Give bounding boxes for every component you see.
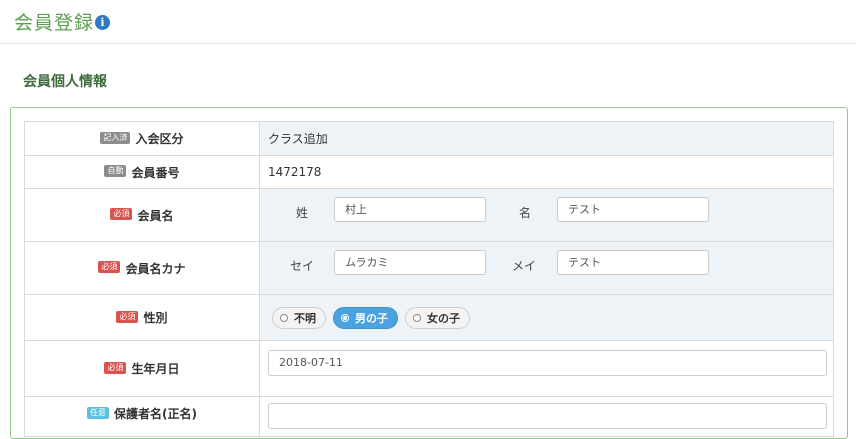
radio-checked-icon: [341, 313, 349, 322]
gender-cell: 不明 男の子 女の子: [259, 294, 834, 341]
birthdate-input[interactable]: 2018-07-11: [268, 350, 827, 376]
page-title: 会員登録: [14, 12, 95, 34]
gender-radio-group: 不明 男の子 女の子: [268, 295, 833, 340]
last-name-input[interactable]: 村上: [334, 197, 486, 222]
gender-label: 性別: [143, 311, 168, 325]
section-title: 会員個人情報: [23, 74, 107, 90]
last-name-kana-input[interactable]: ムラカミ: [334, 250, 486, 275]
member-kana-header: 必須 会員名カナ: [24, 241, 260, 295]
guardian-cell: [259, 396, 834, 437]
required-badge: 必須: [98, 261, 121, 273]
member-kana-label: 会員名カナ: [125, 261, 186, 276]
gender-option-girl[interactable]: 女の子: [405, 306, 470, 329]
member-name-header: 必須 会員名: [24, 188, 260, 242]
status-badge: 記入済: [100, 131, 131, 144]
entry-type-header: 記入済 入会区分: [24, 121, 260, 156]
sei-kana-label: セイ: [290, 259, 315, 273]
first-name-kana-input[interactable]: テスト: [557, 250, 709, 275]
sei-label: 姓: [296, 206, 309, 220]
row-entry-type: 記入済 入会区分 クラス追加: [24, 121, 834, 156]
row-gender: 必須 性別 不明 男の子 女の子: [24, 294, 834, 341]
row-member-kana: 必須 会員名カナ セイ ムラカミ メイ テスト: [24, 241, 834, 295]
birthdate-header: 必須 生年月日: [24, 340, 260, 397]
member-info-panel: 記入済 入会区分 クラス追加 自動 会員番号 1472178 必須 会員名 姓 村上: [10, 107, 848, 439]
member-no-value: 1472178: [268, 165, 322, 179]
row-member-no: 自動 会員番号 1472178: [24, 155, 834, 189]
entry-type-cell: クラス追加: [259, 121, 834, 156]
mei-label: 名: [519, 206, 532, 220]
birthdate-cell: 2018-07-11: [259, 340, 834, 397]
member-kana-cell: セイ ムラカミ メイ テスト: [259, 241, 834, 295]
guardian-label: 保護者名(正名): [114, 407, 197, 421]
row-guardian: 任意 保護者名(正名): [24, 396, 834, 437]
gender-option-label: 男の子: [355, 311, 388, 325]
status-badge: 自動: [104, 165, 127, 177]
radio-icon: [280, 313, 288, 322]
guardian-header: 任意 保護者名(正名): [24, 396, 260, 437]
entry-type-value: クラス追加: [268, 132, 328, 146]
member-no-cell: 1472178: [259, 155, 834, 189]
entry-type-label: 入会区分: [135, 132, 184, 146]
required-badge: 必須: [104, 361, 127, 374]
required-badge: 必須: [116, 310, 139, 323]
member-form-table: 記入済 入会区分 クラス追加 自動 会員番号 1472178 必須 会員名 姓 村上: [24, 121, 834, 437]
gender-option-unknown[interactable]: 不明: [272, 306, 326, 329]
member-name-cell: 姓 村上 名 テスト: [259, 188, 834, 242]
member-name-label: 会員名: [137, 208, 174, 223]
info-icon[interactable]: i: [95, 15, 110, 30]
required-badge: 必須: [110, 208, 133, 220]
birthdate-label: 生年月日: [131, 362, 180, 376]
member-no-header: 自動 会員番号: [24, 155, 260, 189]
row-member-name: 必須 会員名 姓 村上 名 テスト: [24, 188, 834, 242]
page-header: 会員登録 i: [0, 0, 856, 44]
guardian-input[interactable]: [268, 403, 827, 429]
gender-option-label: 女の子: [427, 311, 460, 325]
row-birthdate: 必須 生年月日 2018-07-11: [24, 340, 834, 397]
gender-option-label: 不明: [294, 311, 316, 325]
first-name-input[interactable]: テスト: [557, 197, 709, 222]
gender-header: 必須 性別: [24, 294, 260, 341]
gender-option-boy[interactable]: 男の子: [333, 306, 398, 329]
member-no-label: 会員番号: [131, 165, 180, 180]
radio-icon: [413, 313, 421, 322]
optional-badge: 任意: [87, 406, 109, 419]
mei-kana-label: メイ: [512, 259, 537, 273]
